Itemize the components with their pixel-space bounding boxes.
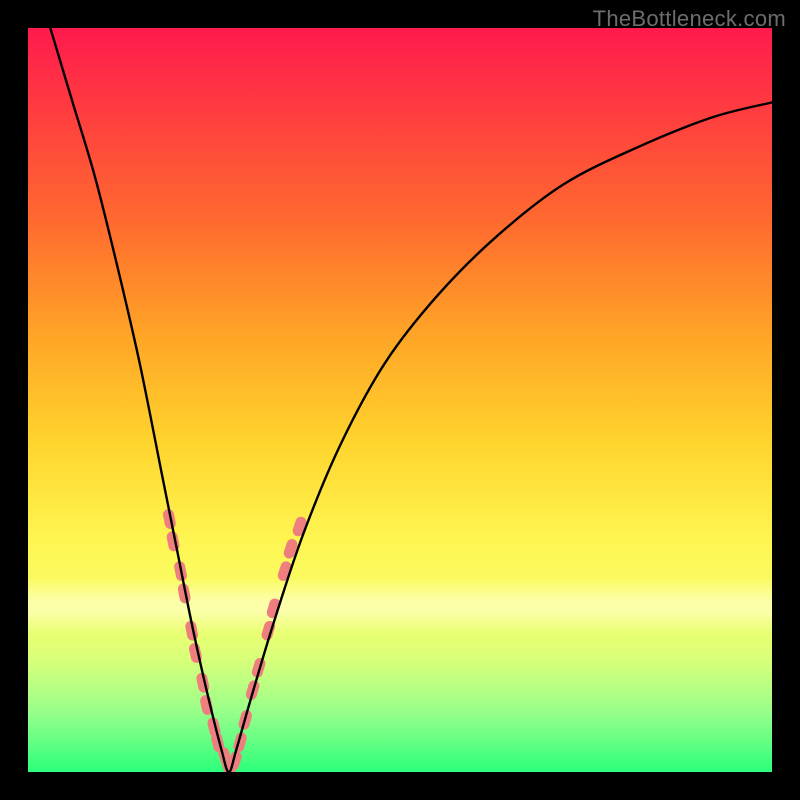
outer-frame: TheBottleneck.com [0, 0, 800, 800]
plot-area [28, 28, 772, 772]
bottleneck-curve [50, 28, 772, 772]
highlight-dot [282, 538, 299, 560]
chart-svg [28, 28, 772, 772]
marker-layer [162, 508, 308, 772]
